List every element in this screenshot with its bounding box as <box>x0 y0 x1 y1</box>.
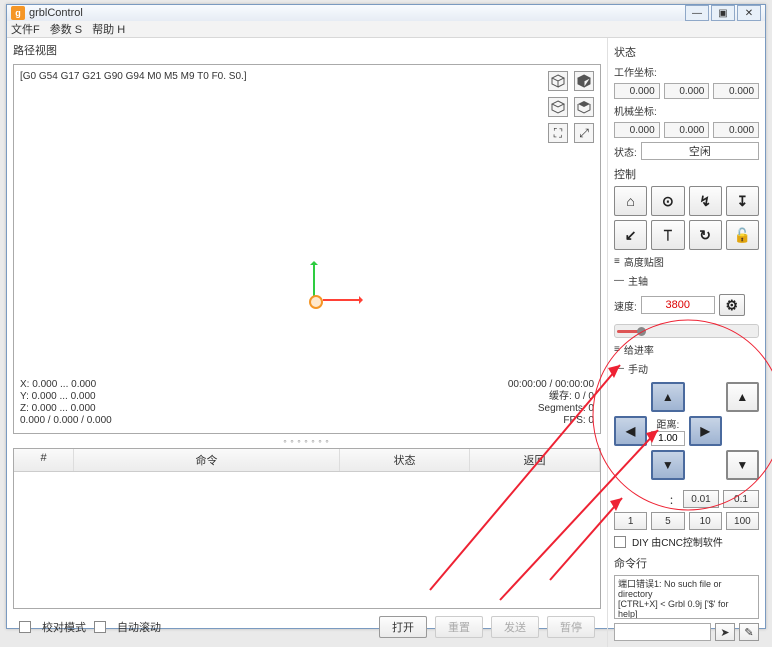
zero-xy-button[interactable]: ↯ <box>689 186 722 216</box>
cmd-label: 命令行 <box>614 555 759 571</box>
jog-x-plus[interactable]: ▶ <box>689 416 722 446</box>
mach-z: 0.000 <box>713 122 759 138</box>
axis-x-icon <box>323 299 361 301</box>
jog-x-minus[interactable]: ◀ <box>614 416 647 446</box>
diy-checkbox[interactable] <box>614 536 626 548</box>
spindle-speed[interactable]: 3800 <box>641 296 715 314</box>
work-y: 0.000 <box>664 83 710 99</box>
preset-1[interactable]: 1 <box>614 512 647 530</box>
restore-button[interactable]: ↙ <box>614 220 647 250</box>
view-side-button[interactable] <box>574 97 594 117</box>
heightmap-label[interactable]: 高度贴图 <box>624 254 664 269</box>
menu-help[interactable]: 帮助 H <box>92 21 125 37</box>
preset-label: ： <box>669 492 679 507</box>
autoscroll-label: 自动滚动 <box>117 619 161 635</box>
safe-z-button[interactable]: ⟙ <box>651 220 684 250</box>
spindle-label: 主轴 <box>628 273 648 288</box>
col-index[interactable]: # <box>14 449 74 471</box>
view-front-button[interactable] <box>548 97 568 117</box>
axis-y-icon <box>313 263 315 298</box>
mach-y: 0.000 <box>664 122 710 138</box>
view-label: 路径视图 <box>13 42 601 58</box>
preset-0.1[interactable]: 0.1 <box>723 490 759 508</box>
path-view[interactable]: [G0 G54 G17 G21 G90 G94 M0 M5 M9 T0 F0. … <box>13 64 601 434</box>
col-state[interactable]: 状态 <box>340 449 470 471</box>
preset-5[interactable]: 5 <box>651 512 684 530</box>
view-iso-button[interactable] <box>548 71 568 91</box>
probe-button[interactable]: ⊙ <box>651 186 684 216</box>
jog-y-minus[interactable]: ▼ <box>651 450 684 480</box>
app-icon: g <box>11 6 25 20</box>
col-return[interactable]: 返回 <box>470 449 600 471</box>
mach-x: 0.000 <box>614 122 660 138</box>
reset-grbl-button[interactable]: ↻ <box>689 220 722 250</box>
checkmode-label: 校对模式 <box>42 619 86 635</box>
app-window: g grblControl — ▣ ✕ 文件F 参数 S 帮助 H 路径视图 [… <box>6 4 766 629</box>
jog-y-plus[interactable]: ▲ <box>651 382 684 412</box>
diy-label: DIY 由CNC控制软件 <box>632 534 723 549</box>
zero-z-button[interactable]: ↧ <box>726 186 759 216</box>
origin-icon <box>309 295 323 309</box>
spindle-toggle-button[interactable]: ⚙ <box>719 294 745 316</box>
jog-label: 手动 <box>628 361 648 376</box>
autoscroll-checkbox[interactable] <box>94 621 106 633</box>
gcode-table[interactable]: # 命令 状态 返回 <box>13 448 601 609</box>
view-expand-button[interactable]: ⤢ <box>574 123 594 143</box>
maximize-button[interactable]: ▣ <box>711 5 735 21</box>
preset-10[interactable]: 10 <box>689 512 722 530</box>
preset-0.01[interactable]: 0.01 <box>683 490 719 508</box>
state-value: 空闲 <box>641 142 759 160</box>
pause-button[interactable]: 暂停 <box>547 616 595 638</box>
view-fit-button[interactable]: ⛶ <box>548 123 568 143</box>
speed-label: 速度: <box>614 298 637 313</box>
status-section-label: 状态 <box>614 44 759 60</box>
view-stats-left: X: 0.000 ... 0.000 Y: 0.000 ... 0.000 Z:… <box>20 379 112 427</box>
close-button[interactable]: ✕ <box>737 5 761 21</box>
jog-z-minus[interactable]: ▼ <box>726 450 759 480</box>
work-z: 0.000 <box>713 83 759 99</box>
control-section-label: 控制 <box>614 166 759 182</box>
reset-button[interactable]: 重置 <box>435 616 483 638</box>
preset-100[interactable]: 100 <box>726 512 759 530</box>
state-label: 状态: <box>614 144 637 159</box>
splitter[interactable]: ∘∘∘∘∘∘∘ <box>13 438 601 444</box>
spindle-slider[interactable] <box>614 324 759 338</box>
feedrate-label[interactable]: 给进率 <box>624 342 654 357</box>
command-input[interactable] <box>614 623 711 641</box>
menu-file[interactable]: 文件F <box>11 21 40 37</box>
view-stats-right: 00:00:00 / 00:00:00 缓存: 0 / 0 Segments: … <box>508 379 594 427</box>
bottom-bar: 校对模式 自动滚动 打开 重置 发送 暂停 <box>13 613 601 641</box>
view-iso2-button[interactable] <box>574 71 594 91</box>
menubar: 文件F 参数 S 帮助 H <box>7 21 765 38</box>
app-title: grblControl <box>29 7 83 19</box>
col-command[interactable]: 命令 <box>74 449 340 471</box>
jog-z-plus[interactable]: ▲ <box>726 382 759 412</box>
titlebar: g grblControl — ▣ ✕ <box>7 5 765 21</box>
mach-coord-label: 机械坐标: <box>614 103 759 118</box>
send-cmd-button[interactable]: ➤ <box>715 623 735 641</box>
home-button[interactable]: ⌂ <box>614 186 647 216</box>
jog-distance: 距离: <box>651 416 684 446</box>
work-x: 0.000 <box>614 83 660 99</box>
clear-cmd-button[interactable]: ✎ <box>739 623 759 641</box>
menu-params[interactable]: 参数 S <box>50 21 82 37</box>
work-coord-label: 工作坐标: <box>614 64 759 79</box>
unlock-button[interactable]: 🔓 <box>726 220 759 250</box>
checkmode-checkbox[interactable] <box>19 621 31 633</box>
minimize-button[interactable]: — <box>685 5 709 21</box>
gcode-status: [G0 G54 G17 G21 G90 G94 M0 M5 M9 T0 F0. … <box>20 71 247 82</box>
jog-distance-input[interactable] <box>651 431 684 446</box>
console[interactable]: 端口错误1: No such file or directory [CTRL+X… <box>614 575 759 619</box>
send-button[interactable]: 发送 <box>491 616 539 638</box>
open-button[interactable]: 打开 <box>379 616 427 638</box>
